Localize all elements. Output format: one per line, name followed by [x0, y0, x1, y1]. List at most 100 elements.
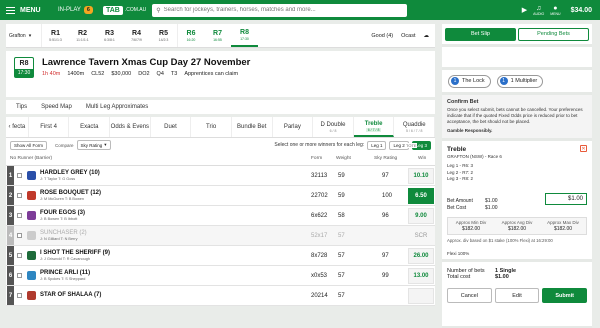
- search-input[interactable]: [163, 7, 399, 13]
- tab-logo-suffix: .COM.AU: [124, 7, 147, 13]
- audio-icon[interactable]: ♫ AUDIO: [533, 5, 544, 16]
- col-form[interactable]: Form: [311, 156, 322, 161]
- tab-treble[interactable]: Treble 6 / 7 / 8: [353, 117, 395, 137]
- win-odds-button[interactable]: [408, 287, 434, 304]
- runner-checkbox[interactable]: [17, 173, 22, 178]
- runner-sky-rating: 96: [382, 212, 389, 219]
- runner-sky-rating: 97: [382, 172, 389, 179]
- account-balance[interactable]: $34.00: [571, 7, 592, 14]
- runner-checkbox[interactable]: [17, 253, 22, 258]
- lock-icon: 1: [451, 77, 459, 85]
- runner-checkbox[interactable]: [17, 273, 22, 278]
- runner-row[interactable]: 6 PRINCE ARLI (11) J: B Spokes T: S Sheppa…: [6, 266, 435, 286]
- multiplier-pill[interactable]: 11 Multiplier: [496, 74, 544, 88]
- play-icon[interactable]: ▶: [522, 7, 527, 14]
- race-note: Apprentices can claim: [184, 71, 239, 77]
- race-tab-r7[interactable]: R7 16:55: [204, 24, 231, 47]
- runners-table-header: TOTE No Runner (Barrier) Form Weight Sky…: [6, 143, 435, 166]
- delete-bet-icon[interactable]: ✕: [580, 145, 587, 152]
- win-odds-button[interactable]: 13.00: [408, 267, 434, 284]
- runner-name[interactable]: STAR OF SHALAA (7): [40, 292, 101, 298]
- runner-row[interactable]: 7 STAR OF SHALAA (7) 20214 57: [6, 286, 435, 306]
- tab-duet[interactable]: Duet: [151, 117, 192, 137]
- top-bar-actions: ▶ ♫ AUDIO ● MENU $34.00: [522, 5, 600, 16]
- runner-row[interactable]: 2 ROSE BOUQUET (12) J: M McGuren T: B Bowe…: [6, 186, 435, 206]
- race-tab-r4[interactable]: R4 7/6/7/9: [123, 24, 150, 47]
- race-tab-r3[interactable]: R3 6:3/8:1: [96, 24, 123, 47]
- tab-multi-leg[interactable]: Multi Leg Approximates: [86, 104, 148, 110]
- tab-odds-evens[interactable]: Odds & Evens: [110, 117, 151, 137]
- user-icon[interactable]: ● MENU: [550, 5, 560, 16]
- runner-sky-rating: 100: [382, 192, 393, 199]
- runner-name[interactable]: I SHOT THE SHERIFF (9): [40, 250, 110, 256]
- venue-selector[interactable]: Grafton ▾: [6, 24, 42, 47]
- tab-fecta[interactable]: ‹ fecta: [6, 117, 29, 137]
- race-tab-r1[interactable]: R1 5:51/1:3: [42, 24, 69, 47]
- tab-speed-map[interactable]: Speed Map: [41, 104, 72, 110]
- runner-row[interactable]: 4 SUNCHASER (2) J: N Gilliard T: N Berry 52…: [6, 226, 435, 246]
- tab-parlay[interactable]: Parlay: [273, 117, 314, 137]
- jockey-trainer: J: T Taylor T: G Goss: [40, 177, 76, 181]
- the-lock-pill[interactable]: 1 The Lock: [448, 74, 491, 88]
- bet-legs: Leg 1 - R6: 3 Leg 2 - R7: 2 Leg 3 - R8: …: [447, 163, 474, 181]
- in-play-link[interactable]: IN-PLAY 6: [58, 6, 93, 14]
- tab-first4[interactable]: First 4: [29, 117, 70, 137]
- win-odds-button[interactable]: 6.50: [408, 187, 434, 204]
- venue-name: Grafton: [9, 32, 26, 39]
- runner-checkbox[interactable]: [17, 213, 22, 218]
- tab-logo[interactable]: TAB: [102, 5, 123, 15]
- runner-checkbox[interactable]: [17, 193, 22, 198]
- runner-name[interactable]: PRINCE ARLI (11): [40, 270, 90, 276]
- runner-name[interactable]: FOUR EGOS (3): [40, 210, 85, 216]
- win-odds-button: SCR: [414, 232, 428, 239]
- col-sky-rating[interactable]: Sky Rating: [374, 156, 397, 161]
- race-number-badge: R8 17:30: [14, 57, 34, 78]
- tab-bet-slip[interactable]: Bet Slip: [445, 27, 516, 41]
- tab-pending-bets[interactable]: Pending Bets: [518, 27, 589, 41]
- win-odds-button[interactable]: 26.00: [408, 247, 434, 264]
- confirm-title: Confirm Bet: [447, 99, 479, 105]
- tab-bundle-bet[interactable]: Bundle Bet: [232, 117, 273, 137]
- race-tab-r5[interactable]: R5 14/2:3: [150, 24, 177, 47]
- menu-button[interactable]: MENU: [0, 6, 52, 14]
- search-bar[interactable]: ⚲: [152, 3, 408, 17]
- edit-button[interactable]: Edit: [494, 288, 540, 303]
- show-all-form-button[interactable]: Show All Form: [10, 140, 48, 150]
- leg-1-button[interactable]: Leg 1: [367, 140, 387, 150]
- jockey-trainer: J: M McGuren T: B Bowen: [40, 197, 85, 201]
- runner-row[interactable]: 5 I SHOT THE SHERIFF (9) J: J Griswold T: …: [6, 246, 435, 266]
- runner-name[interactable]: ROSE BOUQUET (12): [40, 190, 101, 196]
- runner-name[interactable]: SUNCHASER (2): [40, 230, 87, 236]
- tab-exacta[interactable]: Exacta: [69, 117, 111, 137]
- race-tab-r8[interactable]: R8 17:30: [231, 24, 258, 47]
- col-weight[interactable]: Weight: [336, 156, 351, 161]
- win-odds-button[interactable]: 10.10: [408, 167, 434, 184]
- runner-form: x0x53: [311, 272, 328, 279]
- race-tab-r2[interactable]: R2 11:1/1:1: [69, 24, 96, 47]
- runner-number: 2: [7, 186, 14, 205]
- race-details: 1h 40m 1400m CL52 $30,000 DO2 Q4 T3 Appr…: [42, 71, 239, 77]
- col-win[interactable]: Win: [418, 156, 426, 161]
- win-odds-button[interactable]: 9.00: [408, 207, 434, 224]
- runner-checkbox[interactable]: [17, 233, 22, 238]
- race-tab-r6[interactable]: R6 16:20: [177, 24, 204, 47]
- cancel-button[interactable]: Cancel: [447, 288, 492, 303]
- tab-trio[interactable]: Trio: [191, 117, 232, 137]
- confirm-text: Once you select submit, bets cannot be c…: [447, 107, 583, 124]
- tab-tips[interactable]: Tips: [16, 104, 27, 110]
- submit-button[interactable]: Submit: [542, 288, 588, 303]
- bet-amounts: Bet Amount $1.00 Bet Cost $1.00: [447, 198, 498, 211]
- runner-form: 32113: [311, 172, 328, 179]
- jockey-silk-icon: [27, 251, 36, 260]
- runner-row[interactable]: 1 HARDLEY GREY (10) J: T Taylor T: G Goss 3…: [6, 166, 435, 186]
- compare-select[interactable]: Sky Rating ▾: [76, 140, 111, 150]
- col-no[interactable]: No Runner (Barrier): [10, 156, 54, 161]
- weather: Ocast: [401, 32, 416, 39]
- runner-name[interactable]: HARDLEY GREY (10): [40, 170, 100, 176]
- runner-row[interactable]: 3 FOUR EGOS (3) J: B Bowen T: B Ibbott 6x62…: [6, 206, 435, 226]
- tab-quaddie[interactable]: Quaddie 5 / 6 / 7 / 8: [394, 117, 436, 137]
- runner-checkbox[interactable]: [17, 293, 22, 298]
- runner-form: 8x728: [311, 252, 328, 259]
- tab-daily-double[interactable]: D Double 6 / 8: [313, 117, 354, 137]
- stake-input[interactable]: $1.00: [545, 193, 587, 205]
